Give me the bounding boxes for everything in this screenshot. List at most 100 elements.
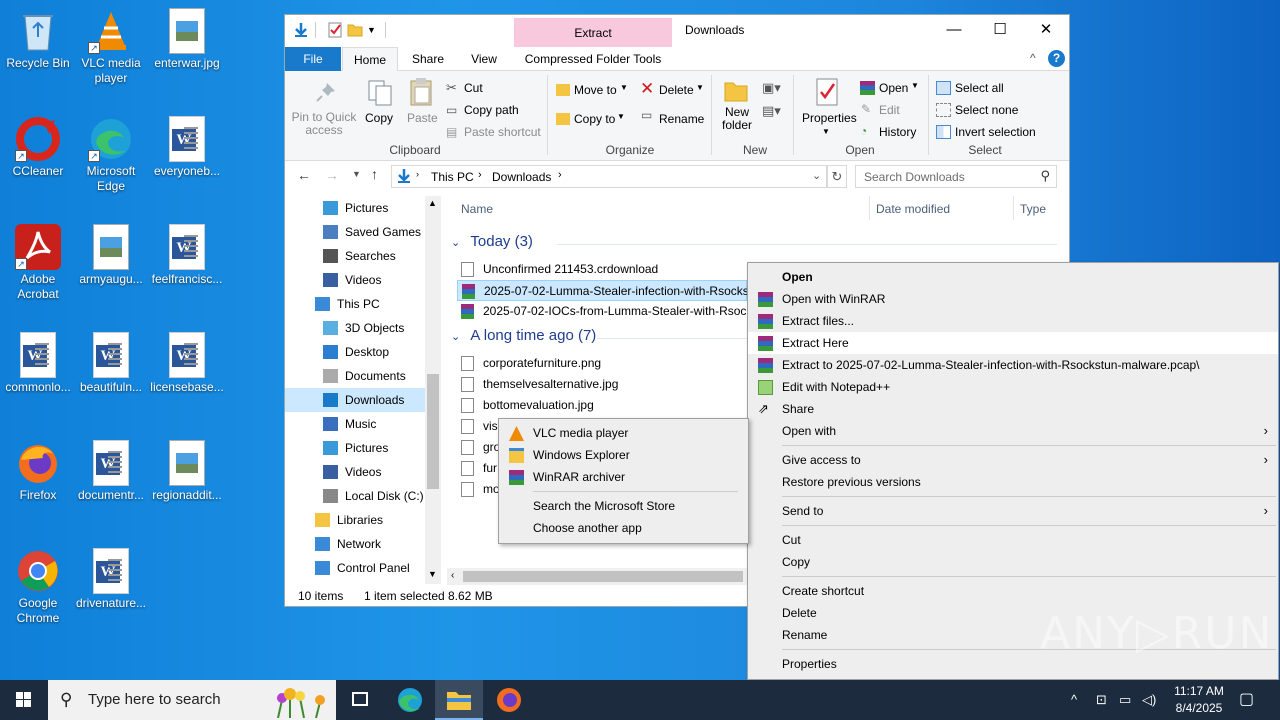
file-row-selected[interactable]: 2025-07-02-Lumma-Stealer-infection-with-… [457,280,749,301]
search-input[interactable]: Search Downloads ⚲ [855,165,1057,188]
desktop-icon-vlc[interactable]: ↗ VLC media player [73,6,149,86]
collapse-ribbon-icon[interactable]: ^ [1030,51,1036,65]
taskbar-firefox[interactable] [485,680,533,720]
group-header-today[interactable]: ⌄ Today (3) [451,233,533,250]
refresh-icon[interactable]: ↻ [827,165,847,188]
menu-item-create-shortcut[interactable]: Create shortcut [748,580,1278,602]
desktop-icon-everyoneb[interactable]: W everyoneb... [149,114,225,179]
address-dropdown-icon[interactable]: ⌄ [812,169,821,182]
close-button[interactable]: ✕ [1023,15,1069,45]
desktop-icon-firefox[interactable]: Firefox [0,438,76,503]
menu-item-edit-with-notepadpp[interactable]: Edit with Notepad++ [748,376,1278,398]
desktop-icon-licensebase[interactable]: W licensebase... [149,330,225,395]
nav-item-local-disk[interactable]: Local Disk (C:) [285,484,425,508]
recent-locations-icon[interactable]: ▼ [352,169,361,179]
properties-icon[interactable] [327,22,343,38]
menu-item-open[interactable]: Open [748,266,1278,288]
nav-item-libraries[interactable]: Libraries [285,508,425,532]
network-icon[interactable]: ▭ [1119,692,1131,708]
copy-path-button[interactable]: Copy path [464,103,519,117]
menu-item-extract-files[interactable]: Extract files... [748,310,1278,332]
nav-item-documents[interactable]: Documents [285,364,425,388]
desktop-icon-armyaugu[interactable]: armyaugu... [73,222,149,287]
nav-scroll-thumb[interactable] [427,374,439,489]
taskbar-search-box[interactable]: ⚲ Type here to search [48,680,336,720]
scroll-left-icon[interactable]: ‹ [451,570,454,581]
taskbar-edge[interactable] [386,680,434,720]
pin-to-quick-access-button[interactable]: Pin to Quick access [291,111,357,137]
column-header-type[interactable]: Type [1020,202,1046,216]
horizontal-scroll-thumb[interactable] [463,571,743,582]
new-folder-icon[interactable] [347,22,363,38]
clock[interactable]: 11:17 AM 8/4/2025 [1163,683,1235,717]
start-button[interactable] [0,680,48,720]
invert-selection-button[interactable]: Invert selection [955,125,1036,139]
menu-item-send-to[interactable]: Send to › [748,500,1278,522]
desktop-icon-documentr[interactable]: W documentr... [73,438,149,503]
nav-item-3d-objects[interactable]: 3D Objects [285,316,425,340]
menu-item-restore-previous-versions[interactable]: Restore previous versions [748,471,1278,493]
copy-button[interactable]: Copy [365,111,393,125]
nav-item-network[interactable]: Network [285,532,425,556]
back-arrow-icon[interactable]: ← [297,167,311,183]
up-arrow-icon[interactable]: ↑ [371,166,378,182]
nav-item-desktop[interactable]: Desktop [285,340,425,364]
desktop-icon-feelfrancisc[interactable]: W feelfrancisc... [149,222,225,287]
scroll-up-icon[interactable]: ▲ [428,198,437,208]
column-header-name[interactable]: Name [461,202,493,216]
nav-item-this-pc[interactable]: This PC [285,292,425,316]
maximize-button[interactable]: ☐ [977,15,1023,45]
taskbar-file-explorer[interactable] [435,680,483,720]
cut-button[interactable]: Cut [464,81,483,95]
submenu-item-search-microsoft-store[interactable]: Search the Microsoft Store [499,495,748,517]
open-button[interactable]: Open [879,81,908,95]
nav-item-pictures[interactable]: Pictures [285,196,425,220]
copy-to-button[interactable]: Copy to [574,112,615,126]
paste-shortcut-button[interactable]: Paste shortcut [464,125,541,139]
desktop-icon-beautifuln[interactable]: W beautifuln... [73,330,149,395]
desktop-icon-drivenature[interactable]: W drivenature... [73,546,149,611]
desktop-icon-ccleaner[interactable]: ↗ CCleaner [0,114,76,179]
nav-item-searches[interactable]: Searches [285,244,425,268]
desktop-icon-recycle-bin[interactable]: Recycle Bin [0,6,76,71]
group-header-long-ago[interactable]: ⌄ A long time ago (7) [451,327,596,344]
history-button[interactable]: History [879,125,916,139]
paste-button[interactable]: Paste [407,111,438,125]
nav-item-music[interactable]: Music [285,412,425,436]
minimize-button[interactable]: — [931,15,977,45]
menu-item-cut[interactable]: Cut [748,529,1278,551]
nav-item-control-panel[interactable]: Control Panel [285,556,425,580]
qat-dropdown-icon[interactable]: ▼ [367,22,383,38]
scroll-down-icon[interactable]: ▼ [428,569,437,579]
nav-item-downloads[interactable]: Downloads [285,388,425,412]
nav-item-saved-games[interactable]: Saved Games [285,220,425,244]
nav-item-videos[interactable]: Videos [285,460,425,484]
breadcrumb-downloads[interactable]: Downloads [492,170,551,184]
desktop-icon-commonlo[interactable]: W commonlo... [0,330,76,395]
desktop-icon-edge[interactable]: ↗ Microsoft Edge [73,114,149,194]
select-none-button[interactable]: Select none [955,103,1018,117]
task-view-button[interactable] [336,680,384,720]
select-all-button[interactable]: Select all [955,81,1004,95]
extract-context-tab[interactable]: Extract [514,18,672,47]
rename-button[interactable]: Rename [659,112,704,126]
breadcrumb-this-pc[interactable]: This PC [431,170,474,184]
forward-arrow-icon[interactable]: → [325,167,339,183]
menu-item-copy[interactable]: Copy [748,551,1278,573]
submenu-item-winrar-archiver[interactable]: WinRAR archiver [499,466,748,488]
tab-home[interactable]: Home [342,47,398,72]
nav-item-pictures[interactable]: Pictures [285,436,425,460]
desktop-icon-enterwar[interactable]: enterwar.jpg [149,6,225,71]
tab-share[interactable]: Share [401,47,455,71]
desktop-icon-regionaddit[interactable]: regionaddit... [149,438,225,503]
tab-file[interactable]: File [285,47,341,71]
desktop-icon-chrome[interactable]: Google Chrome [0,546,76,626]
column-header-date[interactable]: Date modified [876,202,950,216]
notification-icon[interactable]: ▢ [1239,689,1254,709]
help-icon[interactable]: ? [1048,50,1065,67]
nav-scrollbar[interactable]: ▲ ▼ [425,196,441,584]
properties-button[interactable]: Properties [802,111,857,125]
menu-item-open-with[interactable]: Open with › [748,420,1278,442]
nav-item-videos[interactable]: Videos [285,268,425,292]
submenu-item-choose-another-app[interactable]: Choose another app [499,517,748,539]
